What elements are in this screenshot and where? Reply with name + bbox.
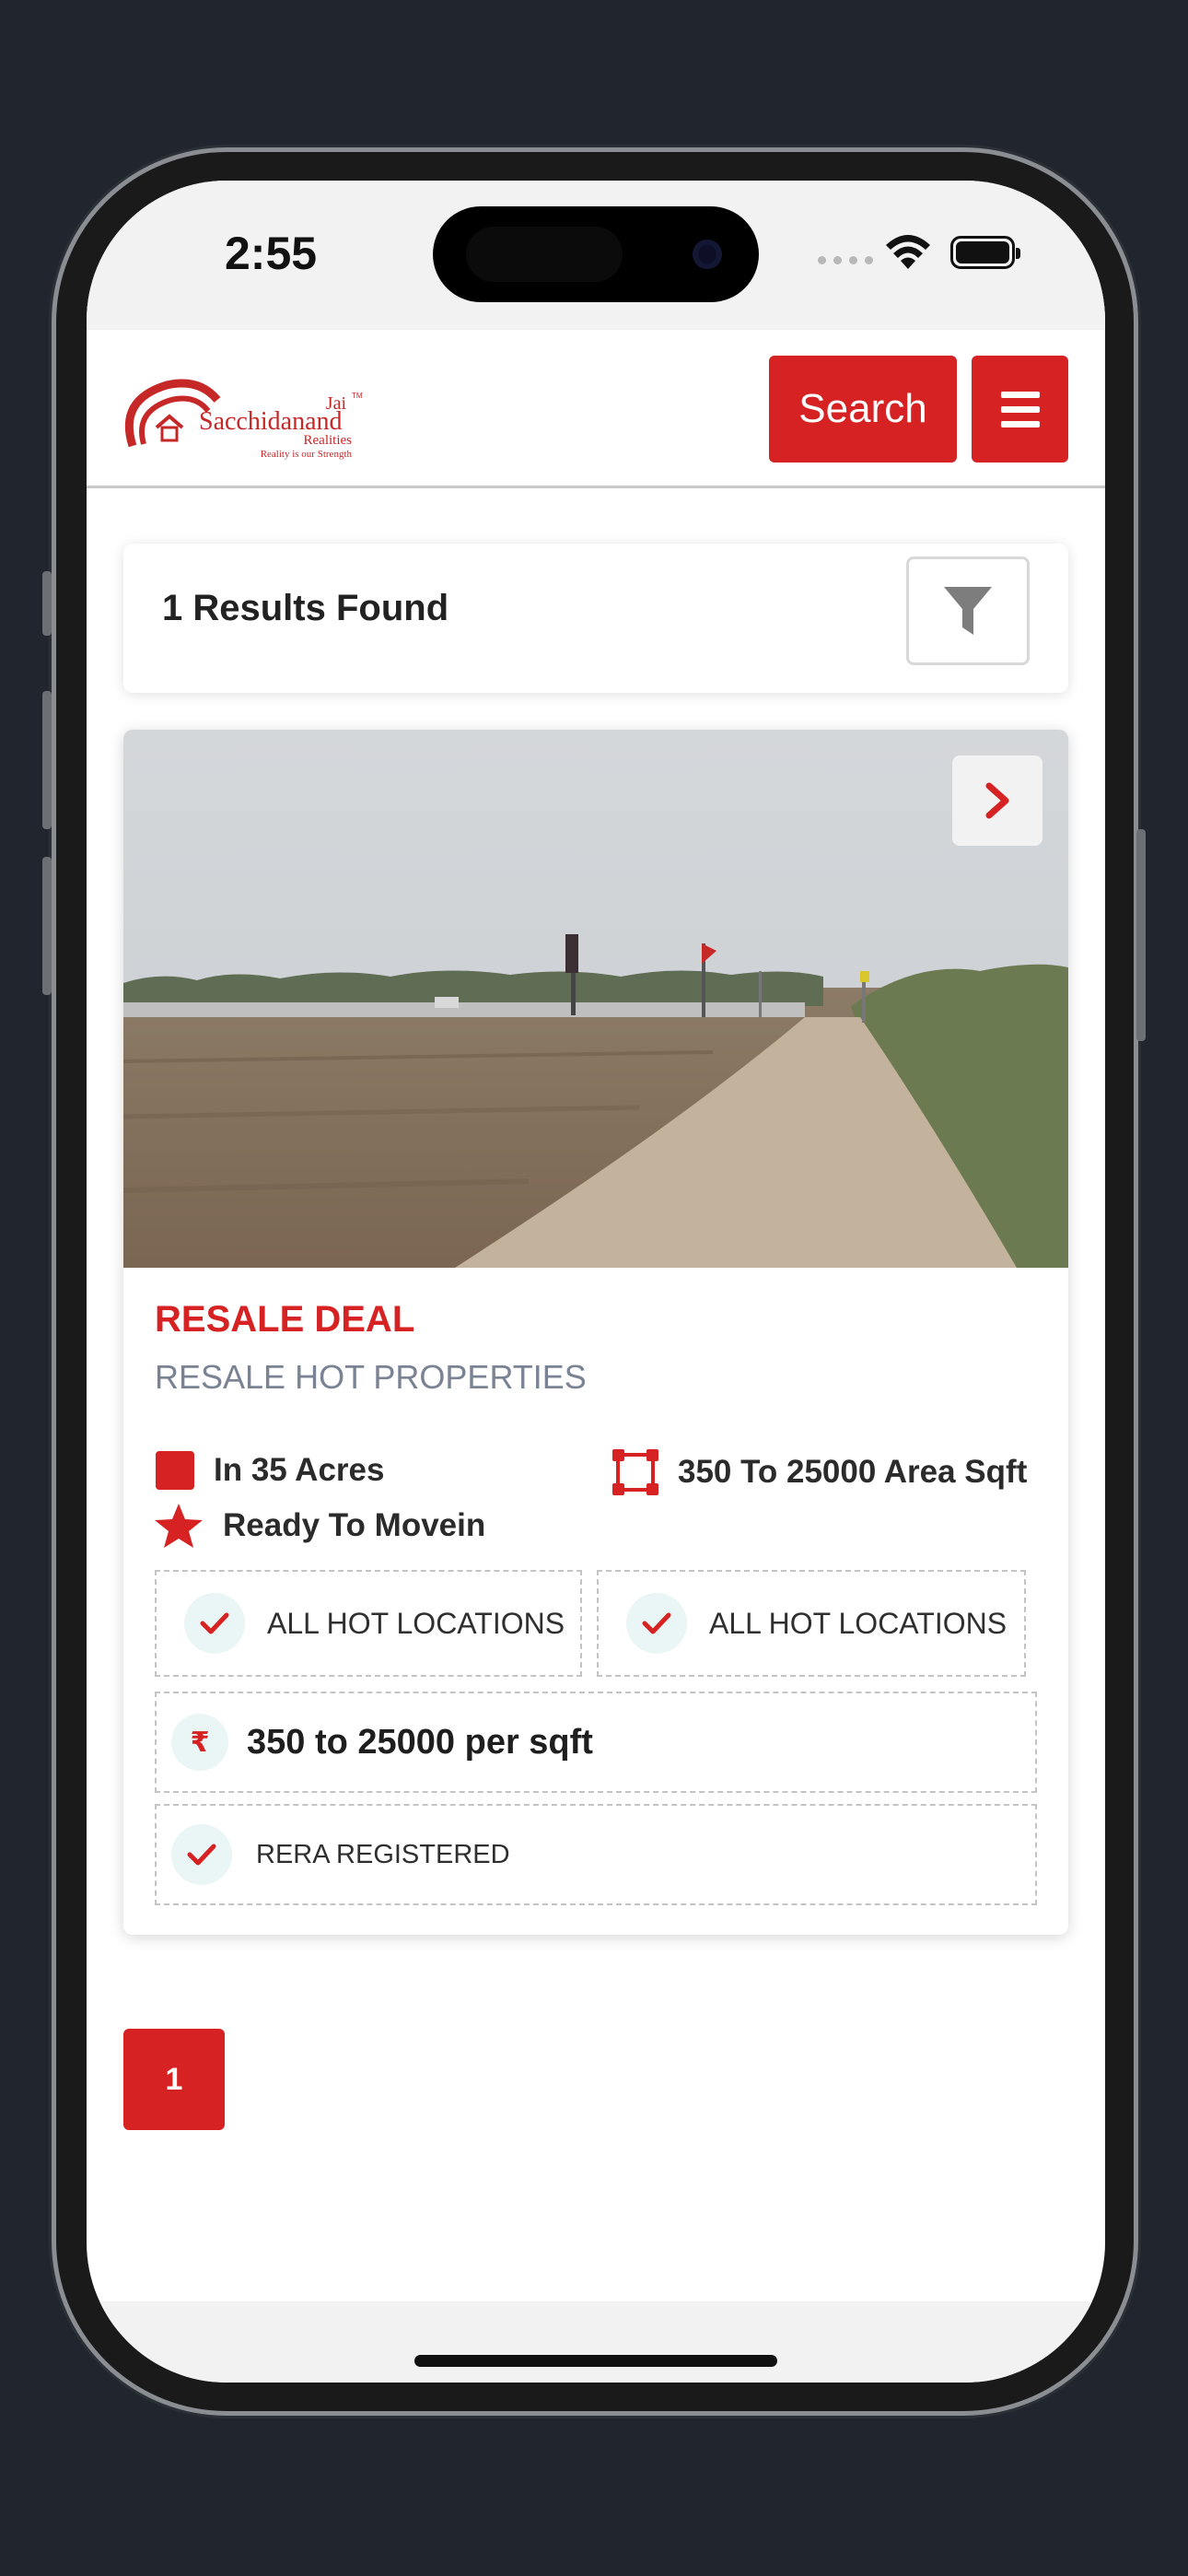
location-text: ALL HOT LOCATIONS	[709, 1606, 1007, 1640]
svg-text:TM: TM	[352, 392, 363, 400]
price-box: ₹ 350 to 25000 per sqft	[155, 1692, 1037, 1793]
search-button[interactable]: Search	[769, 356, 957, 463]
logo-mark-icon: Jai TM Sacchidanand Realities Reality is…	[124, 379, 363, 460]
price-text: 350 to 25000 per sqft	[247, 1722, 593, 1762]
property-subtitle: RESALE HOT PROPERTIES	[155, 1358, 587, 1396]
bottom-safe-area	[87, 2301, 1105, 2383]
rera-box: RERA REGISTERED	[155, 1804, 1037, 1905]
svg-text:Realities: Realities	[304, 433, 353, 448]
chevron-right-icon	[985, 782, 1009, 819]
camera-icon	[693, 240, 722, 269]
dynamic-island	[433, 206, 759, 302]
battery-icon	[950, 236, 1020, 269]
feature-acres: In 35 Acres	[155, 1450, 384, 1491]
property-title[interactable]: RESALE DEAL	[155, 1299, 414, 1341]
island-sensor	[466, 227, 623, 282]
location-tag: ALL HOT LOCATIONS	[597, 1570, 1026, 1677]
property-photo[interactable]	[123, 730, 1068, 1268]
volume-up-button	[42, 691, 52, 829]
feature-status: Ready To Movein	[153, 1502, 485, 1550]
land-photo-image	[123, 730, 1068, 1268]
svg-text:Sacchidanand: Sacchidanand	[199, 407, 343, 436]
results-count: 1 Results Found	[162, 588, 449, 628]
check-icon	[200, 1612, 229, 1634]
location-tag: ALL HOT LOCATIONS	[155, 1570, 582, 1677]
home-indicator[interactable]	[414, 2355, 777, 2367]
status-bar: 2:55	[87, 181, 1105, 330]
rera-text: RERA REGISTERED	[256, 1839, 510, 1869]
star-icon	[155, 1504, 203, 1548]
pagination-page-1[interactable]: 1	[123, 2029, 225, 2130]
app-header: Jai TM Sacchidanand Realities Reality is…	[87, 330, 1105, 488]
area-icon	[612, 1449, 658, 1495]
volume-down-button	[42, 857, 52, 995]
location-text: ALL HOT LOCATIONS	[267, 1606, 565, 1640]
acres-text: In 35 Acres	[214, 1452, 385, 1488]
square-icon	[156, 1451, 194, 1490]
phone-screen: 2:55 Jai TM Sacchidanand Realities Reali…	[87, 181, 1105, 2383]
feature-area: 350 To 25000 Area Sqft	[611, 1448, 1027, 1496]
brand-logo[interactable]: Jai TM Sacchidanand Realities Reality is…	[116, 363, 365, 464]
status-time: 2:55	[225, 228, 318, 279]
area-text: 350 To 25000 Area Sqft	[678, 1454, 1028, 1490]
hamburger-icon[interactable]	[972, 356, 1068, 463]
rupee-icon: ₹	[171, 1714, 228, 1771]
property-card[interactable]: RESALE DEAL RESALE HOT PROPERTIES In 35 …	[123, 730, 1068, 1935]
check-icon	[187, 1844, 216, 1866]
cellular-signal-icon	[818, 256, 873, 264]
filter-icon	[944, 587, 992, 635]
filter-button[interactable]	[906, 556, 1030, 665]
power-button	[1136, 829, 1146, 1041]
check-icon	[642, 1612, 671, 1634]
next-photo-button[interactable]	[952, 755, 1042, 846]
wifi-icon	[886, 235, 930, 269]
status-text: Ready To Movein	[223, 1507, 486, 1543]
results-summary: 1 Results Found	[123, 544, 1068, 693]
action-button	[42, 571, 52, 636]
svg-text:Reality is our Strength: Reality is our Strength	[261, 449, 353, 460]
